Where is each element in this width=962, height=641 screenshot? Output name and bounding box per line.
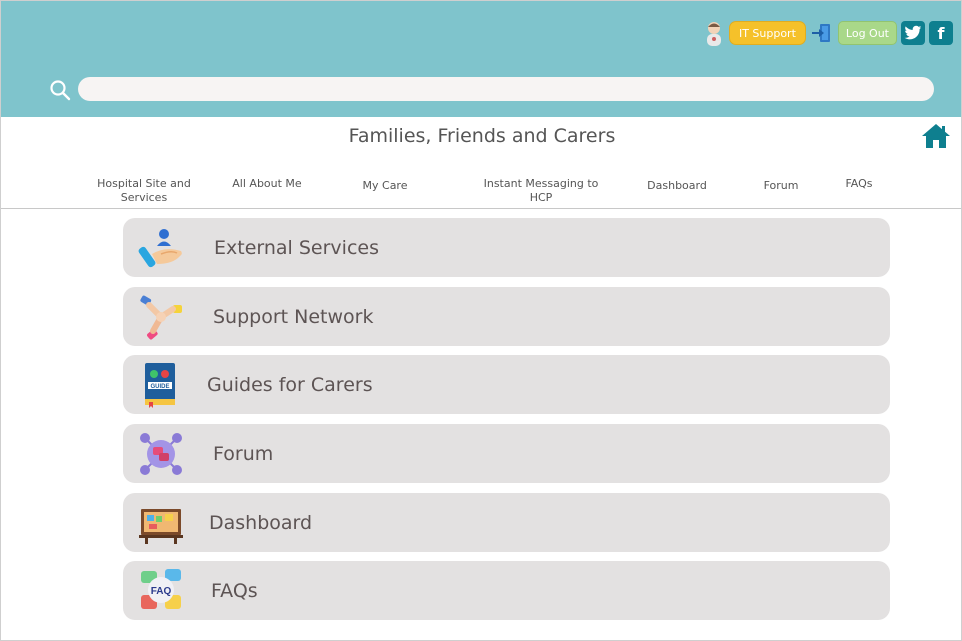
card-external-services[interactable]: External Services xyxy=(123,218,890,277)
logout-door-icon xyxy=(811,24,830,42)
card-guides-for-carers[interactable]: GUIDE Guides for Carers xyxy=(123,355,890,414)
svg-text:FAQ: FAQ xyxy=(151,586,172,597)
forum-network-icon xyxy=(140,433,182,475)
top-actions: IT Support Log Out f xyxy=(703,20,953,46)
card-label: FAQs xyxy=(211,579,258,602)
joined-hands-icon xyxy=(140,295,182,340)
twitter-bird-glyph xyxy=(904,25,922,40)
logout-button[interactable]: Log Out xyxy=(837,21,897,45)
page-title: Families, Friends and Carers xyxy=(348,125,616,147)
card-faqs[interactable]: FAQ FAQs xyxy=(123,561,890,620)
card-label: Support Network xyxy=(213,305,374,328)
facebook-icon[interactable]: f xyxy=(929,21,953,45)
home-icon[interactable] xyxy=(920,122,952,150)
dashboard-board-icon xyxy=(139,509,183,544)
card-label: External Services xyxy=(214,236,379,259)
card-dashboard[interactable]: Dashboard xyxy=(123,493,890,552)
svg-text:GUIDE: GUIDE xyxy=(150,384,169,390)
app-window: IT Support Log Out f Families, Friends a… xyxy=(0,0,962,641)
nav-item-forum[interactable]: Forum xyxy=(751,179,811,193)
card-label: Dashboard xyxy=(209,511,313,534)
nav-item-instant-messaging[interactable]: Instant Messaging to HCP xyxy=(479,177,603,205)
it-support-button[interactable]: IT Support xyxy=(728,21,806,45)
guide-book-icon: GUIDE xyxy=(145,363,175,408)
facebook-glyph: f xyxy=(937,23,945,43)
card-label: Guides for Carers xyxy=(207,373,373,396)
nav-item-all-about-me[interactable]: All About Me xyxy=(217,177,317,191)
support-avatar-icon xyxy=(706,22,721,46)
twitter-icon[interactable] xyxy=(901,21,925,45)
card-label: Forum xyxy=(213,442,274,465)
main-nav: Hospital Site and Services All About Me … xyxy=(1,175,961,209)
faq-bubbles-icon: FAQ xyxy=(141,569,181,609)
nav-item-dashboard[interactable]: Dashboard xyxy=(637,179,717,193)
card-forum[interactable]: Forum xyxy=(123,424,890,483)
helping-hand-person-icon xyxy=(138,229,182,268)
header-bar: IT Support Log Out f xyxy=(1,1,961,117)
search-icon[interactable] xyxy=(49,79,71,101)
search-input[interactable] xyxy=(78,77,934,101)
nav-item-faqs[interactable]: FAQs xyxy=(833,177,885,191)
nav-item-hospital-site[interactable]: Hospital Site and Services xyxy=(89,177,199,205)
nav-item-my-care[interactable]: My Care xyxy=(345,179,425,193)
card-support-network[interactable]: Support Network xyxy=(123,287,890,346)
